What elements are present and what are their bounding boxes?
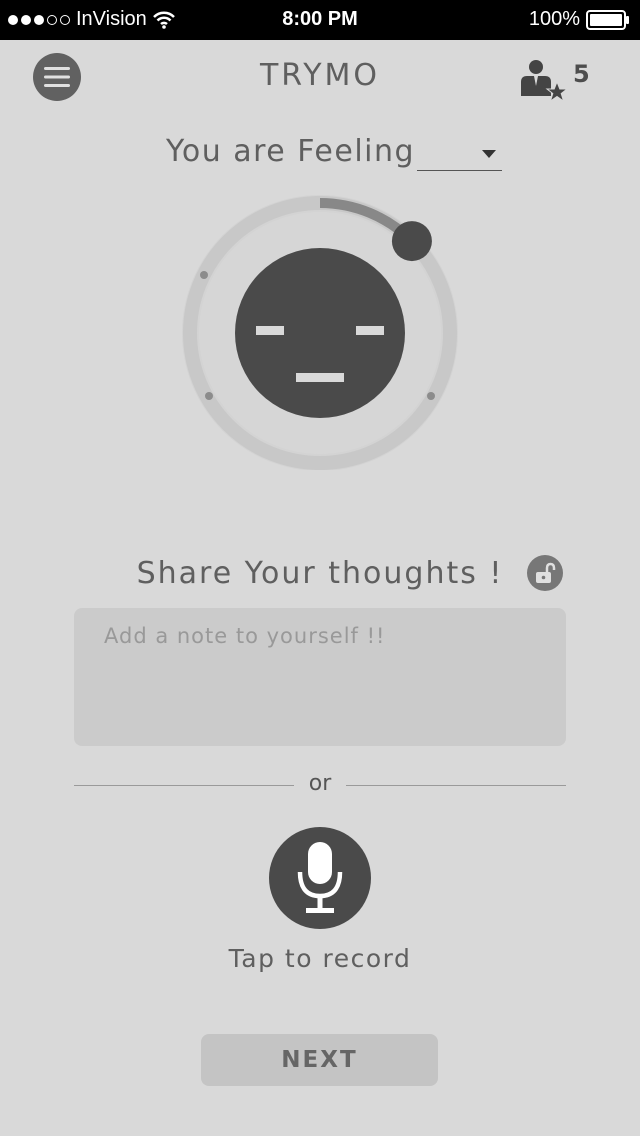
battery-percent: 100% [528,8,580,30]
divider-line-right [346,785,566,786]
feeling-dropdown[interactable] [417,140,502,171]
friends-button[interactable]: 5 [519,58,599,104]
or-divider-text: or [308,771,332,796]
user-star-icon [521,60,569,103]
unlock-icon [536,562,556,583]
dial-tick [205,392,213,400]
feeling-label: You are Feeling [166,134,416,169]
privacy-lock-button[interactable] [527,555,563,591]
dial-tick [427,392,435,400]
record-label: Tap to record [228,944,412,973]
dial-handle[interactable] [391,221,432,262]
status-right: 100% [529,8,630,31]
note-input[interactable] [74,608,566,746]
friends-count: 5 [573,60,590,88]
battery-icon [586,9,629,30]
dial-tick [200,271,208,279]
microphone-icon [297,842,343,913]
neutral-face-icon [235,248,405,418]
mood-dial[interactable] [180,190,460,471]
mood-dial-graphic [182,195,458,471]
dropdown-caret-icon [482,150,496,158]
record-button[interactable] [269,827,371,929]
status-bar: InVision 8:00 PM 100% [0,0,640,40]
next-button[interactable]: NEXT [201,1034,438,1086]
